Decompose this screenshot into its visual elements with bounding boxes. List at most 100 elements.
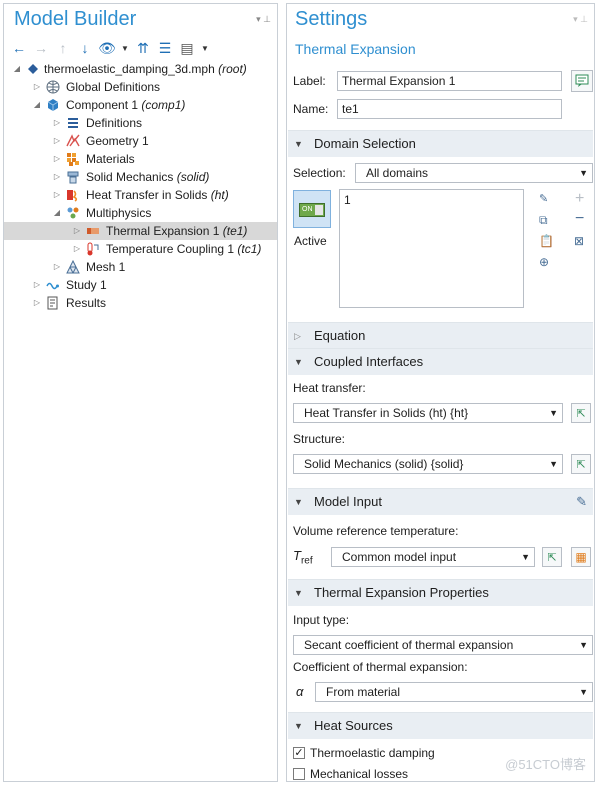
volume-reference-temperature-dropdown[interactable]: Common model input ▼ [331, 547, 535, 567]
mesh-icon [66, 260, 80, 274]
expand-triangle-icon[interactable]: ▷ [52, 258, 62, 276]
tree-item-study-1[interactable]: ▷ Study 1 [4, 276, 277, 294]
edit-model-input-icon[interactable]: ✎ [576, 494, 587, 510]
selection-dropdown[interactable]: All domains ▼ [355, 163, 593, 183]
go-to-source-icon[interactable]: ⇱ [542, 547, 562, 567]
alpha-symbol: α [296, 684, 304, 699]
materials-icon[interactable]: ▦ [571, 547, 591, 567]
section-equation[interactable]: ▷ Equation [288, 322, 593, 349]
expand-triangle-icon[interactable]: ▷ [32, 276, 42, 294]
section-model-input[interactable]: ▼ Model Input ✎ [288, 488, 593, 515]
tree-item-label: Definitions [86, 116, 143, 130]
tree-item-label: Multiphysics [86, 206, 152, 220]
back-arrow-icon[interactable]: ← [10, 39, 28, 57]
selection-list-item[interactable]: 1 [344, 193, 351, 207]
add-to-selection-icon[interactable]: + [575, 190, 584, 208]
expand-triangle-icon[interactable]: ▷ [32, 78, 42, 96]
edit-label-icon[interactable] [571, 70, 593, 92]
show-dropdown-icon[interactable]: ▼ [120, 39, 130, 57]
thermal-expansion-icon [87, 228, 99, 234]
tree-item-solid-mechanics[interactable]: ▷ Solid Mechanics (solid) [4, 168, 277, 186]
remove-from-selection-icon[interactable]: − [575, 210, 584, 228]
expand-all-icon[interactable]: ☰ [156, 39, 174, 57]
selection-list[interactable]: 1 [339, 189, 524, 308]
section-title: Heat Sources [314, 718, 393, 733]
tree-item-temperature-coupling-1[interactable]: ▷ Temperature Coupling 1 (tc1) [4, 240, 277, 258]
t-ref-symbol-main: T [293, 548, 301, 563]
tree-view-icon[interactable]: ▤ [178, 39, 196, 57]
move-up-icon[interactable]: ↑ [54, 39, 72, 57]
go-to-source-icon[interactable]: ⇱ [571, 454, 591, 474]
section-coupled-interfaces[interactable]: ▼ Coupled Interfaces [288, 348, 593, 375]
model-builder-title: Model Builder [14, 8, 137, 30]
tree-item-heat-transfer-in-solids[interactable]: ▷ Heat Transfer in Solids (ht) [4, 186, 277, 204]
pane-menu-icon[interactable]: ▾ ⊥ [256, 14, 271, 25]
expand-triangle-icon[interactable]: ▷ [72, 240, 82, 258]
collapse-triangle-icon[interactable]: ◢ [12, 60, 22, 78]
mechanical-losses-checkbox[interactable] [293, 768, 305, 780]
paste-selection-icon[interactable]: ✎ [539, 192, 555, 208]
thermoelastic-damping-checkbox[interactable]: ✓ [293, 747, 305, 759]
structure-dropdown[interactable]: Solid Mechanics (solid) {solid} ▼ [293, 454, 563, 474]
tree-item-label: Geometry 1 [86, 134, 149, 148]
active-toggle-button[interactable]: ON [293, 190, 331, 228]
selection-label: Selection: [293, 166, 346, 180]
tree-item-global-definitions[interactable]: ▷ Global Definitions [4, 78, 277, 96]
tree-item-multiphysics[interactable]: ◢ Multiphysics [4, 204, 277, 222]
copy-selection-icon[interactable]: ⧉ [539, 213, 555, 229]
heat-transfer-label: Heat transfer: [293, 381, 366, 395]
section-heat-sources[interactable]: ▼ Heat Sources [288, 712, 593, 739]
tree-item-label: Solid Mechanics [86, 170, 174, 184]
expand-triangle-icon[interactable]: ▷ [72, 222, 82, 240]
input-type-dropdown[interactable]: Secant coefficient of thermal expansion … [293, 635, 593, 655]
section-thermal-expansion-properties[interactable]: ▼ Thermal Expansion Properties [288, 579, 593, 606]
active-label: Active [294, 234, 327, 248]
collapse-triangle-icon: ▼ [294, 721, 303, 731]
collapse-triangle-icon[interactable]: ◢ [52, 204, 62, 222]
expand-triangle-icon[interactable]: ▷ [52, 114, 62, 132]
move-down-icon[interactable]: ↓ [76, 39, 94, 57]
zoom-to-selection-icon[interactable]: ⊕ [539, 255, 555, 271]
results-icon [47, 296, 58, 310]
clipboard-icon[interactable]: 📋 [539, 234, 555, 250]
section-domain-selection[interactable]: ▼ Domain Selection [288, 130, 593, 157]
clear-selection-icon[interactable]: ⊠ [574, 234, 584, 248]
definitions-icon [68, 118, 78, 128]
tree-view-dropdown-icon[interactable]: ▼ [200, 39, 210, 57]
expand-triangle-icon[interactable]: ▷ [52, 168, 62, 186]
tree-item-results[interactable]: ▷ Results [4, 294, 277, 312]
tree-item-root[interactable]: ◢ thermoelastic_damping_3d.mph (root) [4, 60, 277, 78]
coefficient-label: Coefficient of thermal expansion: [293, 660, 468, 674]
heat-transfer-value: Heat Transfer in Solids (ht) {ht} [304, 406, 469, 420]
go-to-source-icon[interactable]: ⇱ [571, 403, 591, 423]
settings-subtitle: Thermal Expansion [295, 41, 416, 57]
tree-item-materials[interactable]: ▷ Materials [4, 150, 277, 168]
chevron-down-icon: ▼ [549, 459, 558, 469]
geometry-icon [66, 134, 80, 147]
coefficient-dropdown[interactable]: From material ▼ [315, 682, 593, 702]
tree-item-component-1[interactable]: ◢ Component 1 (comp1) [4, 96, 277, 114]
forward-arrow-icon[interactable]: → [32, 39, 50, 57]
tree-item-mesh-1[interactable]: ▷ Mesh 1 [4, 258, 277, 276]
name-input[interactable]: te1 [337, 99, 562, 119]
show-eye-icon[interactable]: 👁 [98, 39, 116, 57]
tree-item-label: Component 1 [66, 98, 139, 112]
tree-item-geometry-1[interactable]: ▷ Geometry 1 [4, 132, 277, 150]
pane-menu-icon[interactable]: ▾ ⊥ [573, 14, 588, 25]
section-title: Thermal Expansion Properties [314, 585, 489, 600]
expand-triangle-icon[interactable]: ▷ [32, 294, 42, 312]
collapse-all-icon[interactable]: ⇈ [134, 39, 152, 57]
section-title: Coupled Interfaces [314, 354, 424, 369]
tree-item-tag: (comp1) [141, 98, 186, 112]
expand-triangle-icon[interactable]: ▷ [52, 132, 62, 150]
heat-transfer-dropdown[interactable]: Heat Transfer in Solids (ht) {ht} ▼ [293, 403, 563, 423]
tree-item-thermal-expansion-1[interactable]: ▷ Thermal Expansion 1 (te1) [4, 222, 277, 240]
expand-triangle-icon[interactable]: ▷ [52, 186, 62, 204]
tree-item-definitions[interactable]: ▷ Definitions [4, 114, 277, 132]
label-field-label: Label: [293, 74, 326, 88]
name-field-label: Name: [293, 102, 329, 116]
expand-triangle-icon[interactable]: ▷ [52, 150, 62, 168]
collapse-triangle-icon[interactable]: ◢ [32, 96, 42, 114]
label-input[interactable]: Thermal Expansion 1 [337, 71, 562, 91]
tree-item-label: Temperature Coupling 1 [106, 242, 235, 256]
